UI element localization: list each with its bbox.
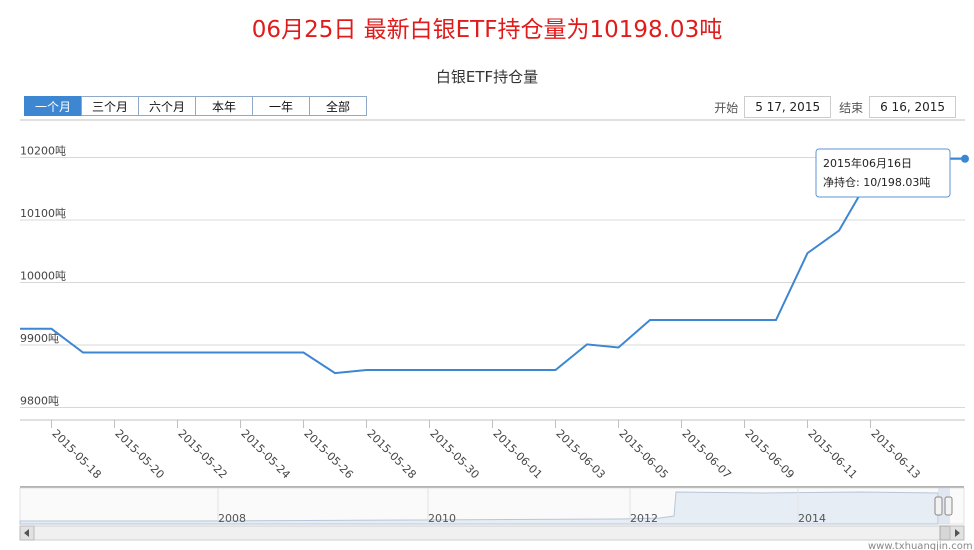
watermark: www.txhuangjin.com [868, 541, 973, 550]
navigator-handle-left[interactable] [934, 496, 943, 516]
x-tick-label: 2015-05-18 [49, 427, 103, 481]
navigator-year-label: 2008 [218, 512, 246, 525]
x-tick-label: 2015-05-28 [364, 427, 418, 481]
x-tick-label: 2015-06-01 [490, 427, 544, 481]
data-point-marker[interactable] [961, 154, 969, 163]
x-tick-label: 2015-05-20 [112, 427, 166, 481]
chart-svg: 9800吨9900吨10000吨10100吨10200吨2015-05-18 20… [19, 119, 973, 550]
x-tick-label: 2015-06-07 [679, 427, 733, 481]
x-tick-label: 2015-06-03 [553, 427, 607, 481]
navigator-year-label: 2014 [798, 512, 826, 525]
tooltip: 2015年06月16日净持仓: 10/198.03吨 [815, 148, 951, 198]
tooltip-value: 净持仓: 10/198.03吨 [823, 175, 930, 189]
x-tick-label: 2015-06-11 [805, 427, 859, 481]
x-tick-label: 2015-05-22 [175, 427, 229, 481]
y-tick-label: 10000吨 [20, 270, 66, 283]
y-tick-label: 10100吨 [20, 207, 66, 220]
tooltip-date: 2015年06月16日 [823, 156, 912, 170]
navigator-handle-right[interactable] [944, 496, 953, 516]
y-tick-label: 9800吨 [20, 395, 59, 408]
x-tick-label: 2015-06-13 [868, 427, 922, 481]
x-tick-label: 2015-05-26 [301, 427, 355, 481]
navigator-year-label: 2012 [630, 512, 658, 525]
y-tick-label: 10200吨 [20, 145, 66, 158]
x-tick-label: 2015-06-05 [616, 427, 670, 481]
scrollbar-thumb[interactable] [939, 525, 951, 541]
scrollbar-track[interactable] [19, 525, 965, 541]
x-tick-label: 2015-05-24 [238, 427, 292, 481]
navigator-year-label: 2010 [428, 512, 456, 525]
x-tick-label: 2015-05-30 [427, 427, 481, 481]
x-tick-label: 2015-06-09 [742, 427, 796, 481]
y-tick-label: 9900吨 [20, 332, 59, 345]
